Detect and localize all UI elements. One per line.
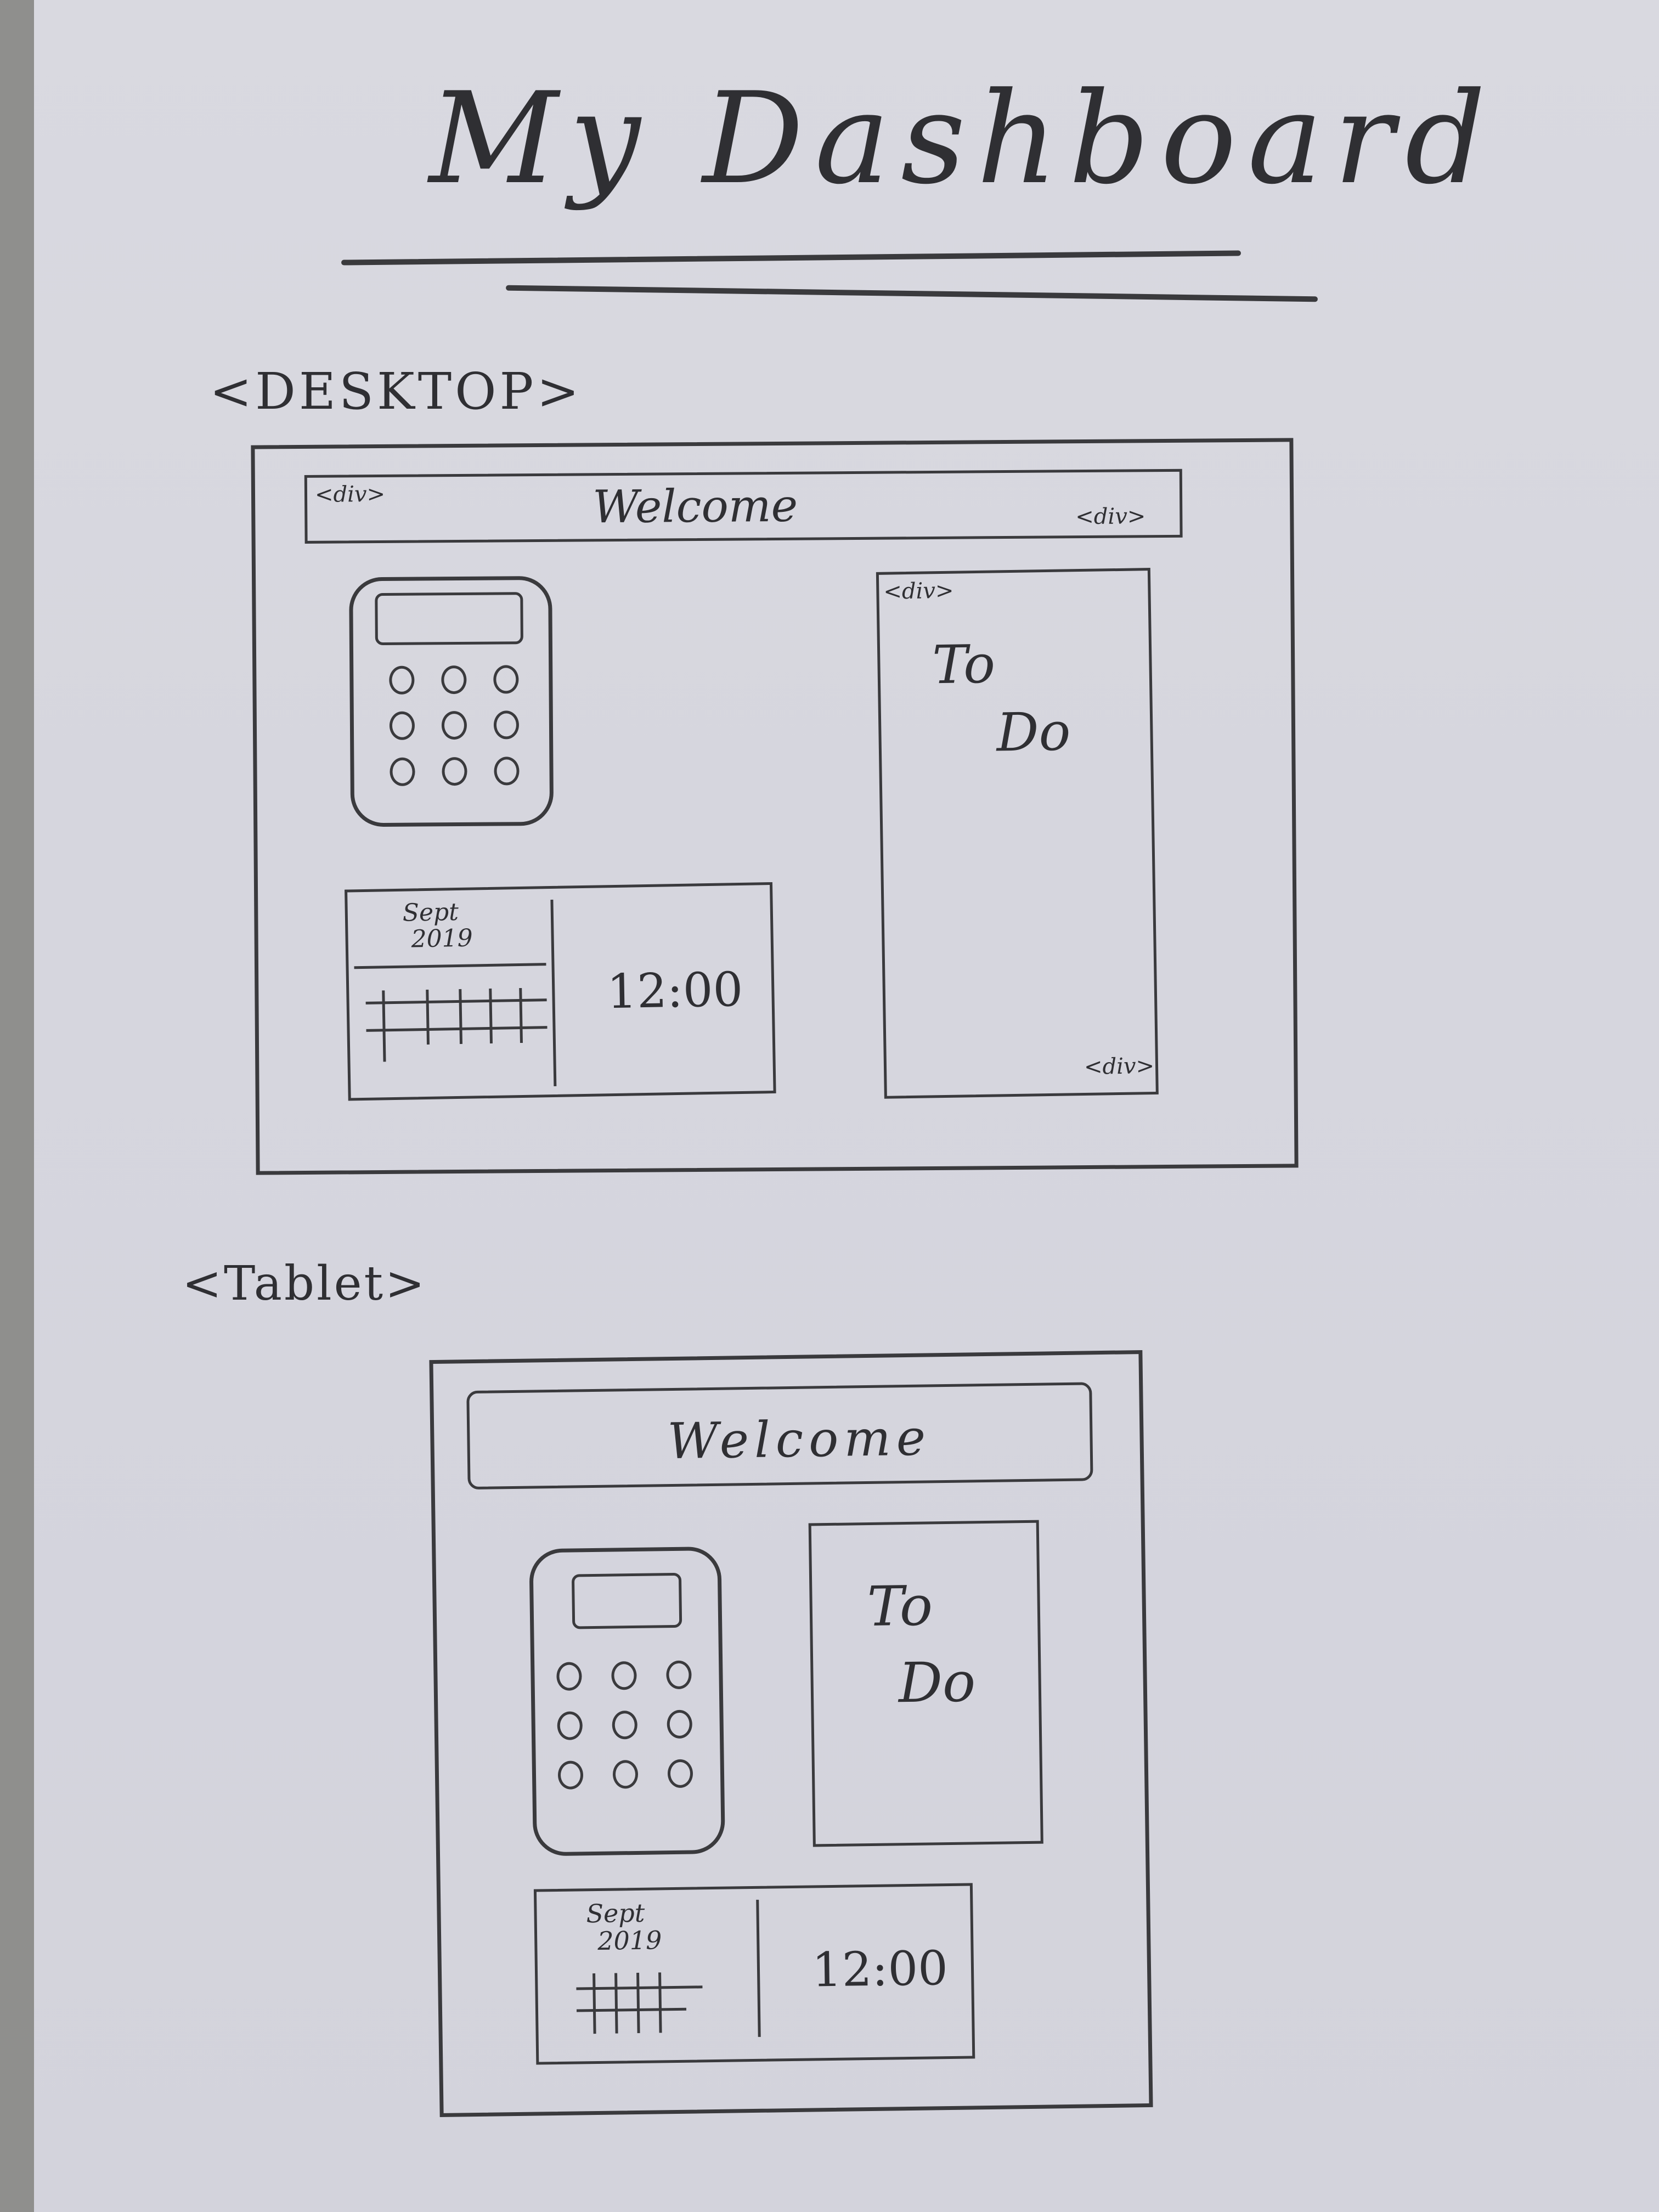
page-title: My Dashboard <box>429 66 1497 212</box>
desktop-header-bar: <div> Welcome <div> <box>304 469 1183 544</box>
calc-key <box>557 1711 583 1740</box>
calc-key <box>493 665 519 694</box>
tablet-calendar-month: Sept <box>586 1898 645 1929</box>
desktop-todo-line2: Do <box>996 701 1071 764</box>
calc-key <box>389 711 415 740</box>
calc-key <box>390 757 415 786</box>
calendar-clock-divider <box>550 899 557 1086</box>
tablet-calendar-year: 2019 <box>597 1925 662 1956</box>
calc-key <box>494 757 520 786</box>
calc-key <box>667 1709 693 1739</box>
tablet-calculator-display <box>571 1572 682 1629</box>
desktop-header-tag-left: <div> <box>314 481 386 507</box>
calendar-grid-line <box>614 1973 618 2034</box>
calc-key <box>666 1660 692 1690</box>
tablet-frame: Welcome To Do Sept 2019 12:00 <box>429 1350 1153 2118</box>
desktop-calendar-clock-widget: Sept 2019 12:00 <box>345 882 776 1101</box>
tablet-header-text: Welcome <box>667 1409 932 1471</box>
calendar-grid-line <box>459 989 462 1044</box>
desktop-calendar-year: 2019 <box>411 924 473 953</box>
calendar-clock-divider <box>756 1899 761 2037</box>
calc-key <box>612 1759 639 1789</box>
tablet-todo-widget: To Do <box>808 1520 1043 1847</box>
tablet-clock: 12:00 <box>811 1941 949 1998</box>
desktop-clock: 12:00 <box>606 962 744 1020</box>
title-underline-second <box>506 285 1318 302</box>
calendar-grid-line <box>426 989 430 1045</box>
desktop-label: <DESKTOP> <box>210 362 583 421</box>
calc-key <box>493 710 520 740</box>
desktop-todo-tag-bottom: <div> <box>1084 1053 1155 1080</box>
desktop-todo-tag-top: <div> <box>883 578 954 605</box>
calc-key <box>442 757 467 786</box>
calc-key <box>557 1760 584 1790</box>
calendar-grid-line <box>489 988 493 1043</box>
calendar-grid-line <box>636 1972 640 2033</box>
desktop-frame: <div> Welcome <div> Sept 2019 12:00 <div… <box>251 438 1299 1175</box>
desktop-calculator-widget <box>349 575 554 827</box>
calc-key <box>441 710 467 740</box>
desktop-header-text: Welcome <box>592 479 798 534</box>
calendar-grid-line <box>519 988 523 1043</box>
desktop-header-tag-right: <div> <box>1075 504 1146 530</box>
tablet-calendar-clock-widget: Sept 2019 12:00 <box>533 1883 975 2065</box>
tablet-calculator-widget <box>529 1546 726 1857</box>
tablet-todo-line2: Do <box>898 1650 976 1716</box>
desktop-todo-line1: To <box>932 633 996 696</box>
calc-key <box>667 1759 693 1788</box>
tablet-todo-line1: To <box>866 1573 933 1639</box>
desktop-todo-widget: <div> To Do <div> <box>876 568 1159 1099</box>
title-underline <box>341 250 1242 266</box>
calendar-rule <box>354 963 546 969</box>
calc-key <box>612 1710 638 1740</box>
calc-key <box>556 1662 582 1691</box>
desktop-calculator-display <box>375 592 523 646</box>
calendar-grid-line <box>658 1972 662 2033</box>
calc-key <box>441 665 467 695</box>
calc-key <box>611 1661 637 1690</box>
paper-sheet: My Dashboard <DESKTOP> <div> Welcome <di… <box>34 0 1659 2212</box>
desktop-calendar-month: Sept <box>402 898 459 927</box>
tablet-label: <Tablet> <box>182 1256 427 1311</box>
calc-key <box>389 665 415 695</box>
calendar-grid-line <box>592 1973 596 2034</box>
tablet-header-bar: Welcome <box>466 1382 1093 1490</box>
